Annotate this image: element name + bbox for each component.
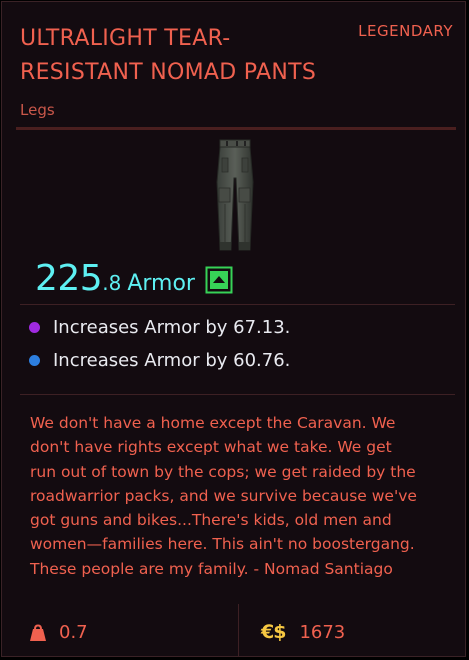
item-price: €$ 1673 [261,621,345,643]
eurodollar-icon: €$ [261,621,286,643]
weight-value: 0.7 [59,622,88,643]
rarity-label: LEGENDARY [358,22,453,40]
armor-label: Armor [127,271,195,296]
stats-divider-bottom [20,394,455,395]
footer-separator [238,604,239,656]
item-slot: Legs [20,101,55,119]
armor-value-integer: 225 [35,258,103,299]
lore-text: We don't have a home except the Caravan.… [30,414,417,578]
armor-value-fraction: .8 [102,271,122,295]
stat-text: Increases Armor by 60.76. [53,350,291,371]
header-divider [16,127,456,130]
item-tooltip: ULTRALIGHT TEAR- RESISTANT NOMAD PANTS L… [1,1,466,657]
blue-dot-icon [29,355,40,366]
price-value: 1673 [299,621,346,643]
item-weight: 0.7 [29,622,88,643]
purple-dot-icon [29,322,40,333]
stat-line: Increases Armor by 67.13. [29,317,290,338]
stats-divider-top [20,304,455,305]
weight-icon [29,623,47,642]
item-name: ULTRALIGHT TEAR- RESISTANT NOMAD PANTS [20,26,317,85]
stat-text: Increases Armor by 67.13. [53,317,291,338]
stat-line: Increases Armor by 60.76. [29,350,290,371]
pants-icon [206,138,262,256]
armor-stat: 225 .8 Armor [35,258,195,302]
upgrade-arrow-icon [205,266,233,294]
